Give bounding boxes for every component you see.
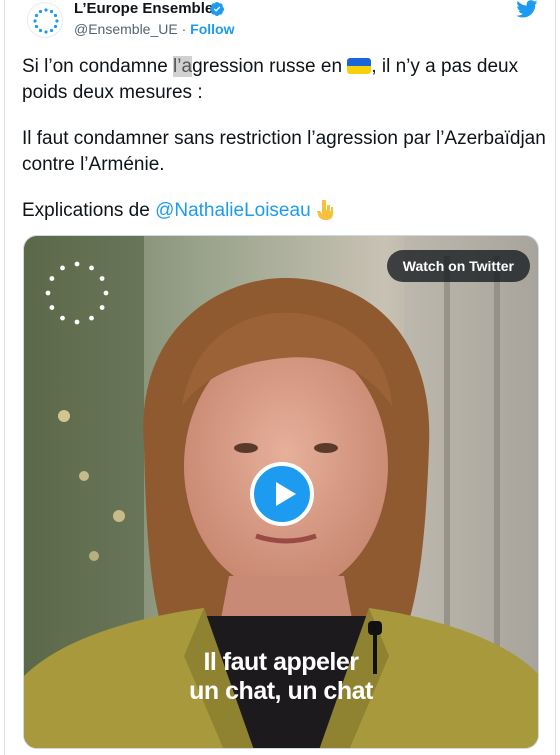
- eu-stars-logo-icon: [45, 261, 109, 325]
- watch-on-twitter-button[interactable]: Watch on Twitter: [386, 250, 530, 282]
- selected-text: l’a: [173, 56, 193, 77]
- text-segment: gression russe en: [192, 56, 348, 77]
- tweet-header: L’Europe Ensemble @Ensemble_UE · Follow: [5, 0, 555, 44]
- video-caption: Il faut appeler un chat, un chat: [24, 648, 538, 706]
- text-segment: Si l’on condamne: [22, 56, 174, 77]
- play-button[interactable]: [250, 462, 314, 526]
- ukraine-flag-icon: [347, 58, 372, 74]
- text-segment: Explications de: [22, 200, 156, 221]
- eu-stars-icon: [33, 8, 59, 34]
- handle[interactable]: @Ensemble_UE: [74, 21, 178, 37]
- tweet-paragraph-2: Il faut condamner sans restriction l’agr…: [22, 128, 546, 175]
- twitter-bird-icon[interactable]: [515, 0, 539, 18]
- caption-line-1: Il faut appeler: [203, 648, 359, 676]
- mention-link[interactable]: @NathalieLoiseau: [155, 200, 311, 221]
- play-icon: [276, 482, 296, 506]
- tweet-card: L’Europe Ensemble @Ensemble_UE · Follow …: [4, 0, 556, 755]
- tweet-paragraph-1: Si l’on condamne l’agression russe en , …: [22, 54, 547, 106]
- pointing-down-icon: [316, 199, 334, 225]
- separator: ·: [181, 21, 187, 37]
- display-name[interactable]: L’Europe Ensemble: [74, 0, 213, 18]
- caption-line-2: un chat, un chat: [189, 677, 373, 705]
- tweet-paragraph-3: Explications de @NathalieLoiseau: [22, 198, 547, 225]
- avatar[interactable]: [27, 2, 63, 38]
- video-player[interactable]: Watch on Twitter Il faut appeler un chat…: [23, 235, 539, 749]
- follow-button[interactable]: Follow: [190, 21, 234, 37]
- tweet-text: Si l’on condamne l’agression russe en , …: [22, 54, 547, 225]
- verified-badge-icon: [210, 2, 224, 16]
- handle-line: @Ensemble_UE · Follow: [74, 20, 234, 38]
